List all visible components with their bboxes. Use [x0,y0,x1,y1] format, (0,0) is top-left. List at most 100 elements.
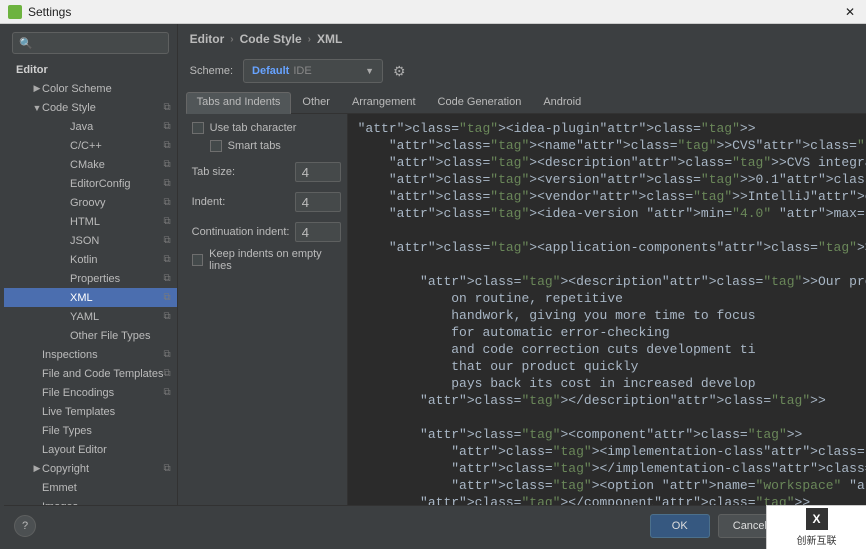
tab-body: Use tab character Smart tabs Tab size: I… [186,114,866,505]
code-preview: "attr">class="tag"><idea-plugin"attr">cl… [348,114,866,505]
tab-tabs-and-indents[interactable]: Tabs and Indents [186,92,292,114]
watermark-icon: X [806,508,828,530]
scope-icon: ⧉ [163,254,170,265]
cont-indent-input[interactable] [295,222,341,242]
tree-item-label: CMake [70,159,163,171]
ok-button[interactable]: OK [650,514,710,538]
tabsize-input[interactable] [295,162,341,182]
tab-code-generation[interactable]: Code Generation [427,92,533,113]
crumb-codestyle[interactable]: Code Style [240,32,302,46]
settings-tree: Editor ▶Color Scheme▼Code Style⧉ Java⧉ C… [4,60,177,505]
tree-item-yaml[interactable]: YAML⧉ [4,307,177,326]
tree-editor-header[interactable]: Editor [4,60,177,79]
tree-item-live-templates[interactable]: Live Templates [4,402,177,421]
tree-item-properties[interactable]: Properties⧉ [4,269,177,288]
chevron-right-icon: › [308,34,311,45]
chevron-down-icon: ▼ [365,66,374,76]
tree-item-file-types[interactable]: File Types [4,421,177,440]
tree-item-html[interactable]: HTML⧉ [4,212,177,231]
checkbox-icon [192,254,204,266]
search-icon: 🔍 [19,37,33,50]
tree-item-label: Emmet [42,482,171,494]
tab-android[interactable]: Android [532,92,592,113]
scope-icon: ⧉ [163,292,170,303]
watermark: X 创新互联 [766,505,866,549]
scheme-select[interactable]: DefaultIDE ▼ [243,59,383,83]
scope-icon: ⧉ [163,463,170,474]
tree-item-code-style[interactable]: ▼Code Style⧉ [4,98,177,117]
tab-arrangement[interactable]: Arrangement [341,92,427,113]
tree-item-copyright[interactable]: ▶Copyright⧉ [4,459,177,478]
tree-item-label: XML [70,292,163,304]
cont-indent-label: Continuation indent: [192,226,290,238]
tree-item-label: Code Style [42,102,163,114]
app-logo-icon [8,5,22,19]
tree-item-label: Layout Editor [42,444,171,456]
tree-item-label: Properties [70,273,163,285]
indent-label: Indent: [192,196,226,208]
tree-item-java[interactable]: Java⧉ [4,117,177,136]
gear-icon[interactable]: ⚙ [393,63,406,80]
dialog-buttons: OK Cancel Apply [4,505,862,545]
tree-item-xml[interactable]: XML⧉ [4,288,177,307]
tree-item-label: C/C++ [70,140,163,152]
scope-icon: ⧉ [163,197,170,208]
sidebar: 🔍 Editor ▶Color Scheme▼Code Style⧉ Java⧉… [4,24,178,505]
chevron-right-icon: › [230,34,233,45]
tree-item-label: Kotlin [70,254,163,266]
tree-item-label: YAML [70,311,163,323]
tree-item-label: Color Scheme [42,83,171,95]
tree-item-file-and-code-templates[interactable]: File and Code Templates⧉ [4,364,177,383]
scope-icon: ⧉ [163,387,170,398]
scope-icon: ⧉ [163,216,170,227]
tree-item-label: EditorConfig [70,178,163,190]
indent-options: Use tab character Smart tabs Tab size: I… [186,114,348,505]
tree-item-json[interactable]: JSON⧉ [4,231,177,250]
scope-icon: ⧉ [163,178,170,189]
scheme-bar: Scheme: DefaultIDE ▼ ⚙ [178,54,866,88]
close-icon[interactable]: ✕ [842,5,858,19]
tab-other[interactable]: Other [291,92,341,113]
tree-item-other-file-types[interactable]: Other File Types [4,326,177,345]
scope-icon: ⧉ [163,311,170,322]
main-area: 🔍 Editor ▶Color Scheme▼Code Style⧉ Java⧉… [4,24,862,505]
scope-icon: ⧉ [163,121,170,132]
tree-item-c-c-[interactable]: C/C++⧉ [4,136,177,155]
tree-item-layout-editor[interactable]: Layout Editor [4,440,177,459]
indent-input[interactable] [295,192,341,212]
scope-icon: ⧉ [163,273,170,284]
tree-item-label: HTML [70,216,163,228]
keep-indents-checkbox[interactable]: Keep indents on empty lines [192,248,341,272]
breadcrumb: Editor › Code Style › XML [178,24,866,54]
titlebar: Settings ✕ [0,0,866,24]
tabsize-label: Tab size: [192,166,235,178]
checkbox-icon [192,122,204,134]
checkbox-icon [210,140,222,152]
tree-item-cmake[interactable]: CMake⧉ [4,155,177,174]
use-tab-checkbox[interactable]: Use tab character [192,122,341,134]
tree-item-emmet[interactable]: Emmet [4,478,177,497]
tree-item-images[interactable]: Images [4,497,177,505]
tree-item-label: File Types [42,425,171,437]
scope-icon: ⧉ [163,368,170,379]
tree-item-editorconfig[interactable]: EditorConfig⧉ [4,174,177,193]
search-input[interactable]: 🔍 [12,32,169,54]
help-button[interactable]: ? [14,515,36,537]
tree-item-label: JSON [70,235,163,247]
crumb-editor[interactable]: Editor [190,32,225,46]
codestyle-tabs: Tabs and IndentsOtherArrangementCode Gen… [186,92,866,114]
tree-item-label: Copyright [42,463,163,475]
tree-item-label: Groovy [70,197,163,209]
tree-item-kotlin[interactable]: Kotlin⧉ [4,250,177,269]
scheme-label: Scheme: [190,65,233,77]
tree-item-inspections[interactable]: Inspections⧉ [4,345,177,364]
tree-item-file-encodings[interactable]: File Encodings⧉ [4,383,177,402]
tree-item-groovy[interactable]: Groovy⧉ [4,193,177,212]
tree-item-label: Other File Types [70,330,171,342]
tree-item-label: File and Code Templates [42,368,163,380]
window-title: Settings [28,5,842,19]
crumb-xml: XML [317,32,342,46]
smart-tabs-checkbox[interactable]: Smart tabs [210,140,341,152]
scope-icon: ⧉ [163,102,170,113]
tree-item-color-scheme[interactable]: ▶Color Scheme [4,79,177,98]
